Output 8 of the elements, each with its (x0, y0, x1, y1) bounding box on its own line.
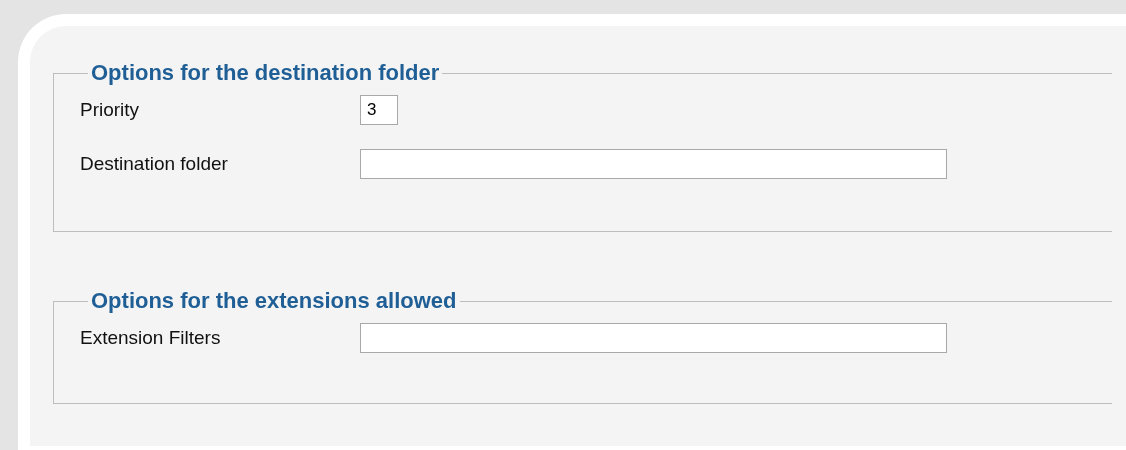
input-field[interactable] (360, 149, 947, 179)
group-title: Options for the extensions allowed (90, 288, 458, 314)
number-field[interactable]: 3 (360, 95, 398, 125)
group-title: Options for the destination folder (90, 60, 441, 86)
field-label: Extension Filters (80, 327, 222, 349)
input-field[interactable] (360, 323, 947, 353)
field-label: Priority (80, 99, 141, 121)
field-label: Destination folder (80, 153, 229, 175)
